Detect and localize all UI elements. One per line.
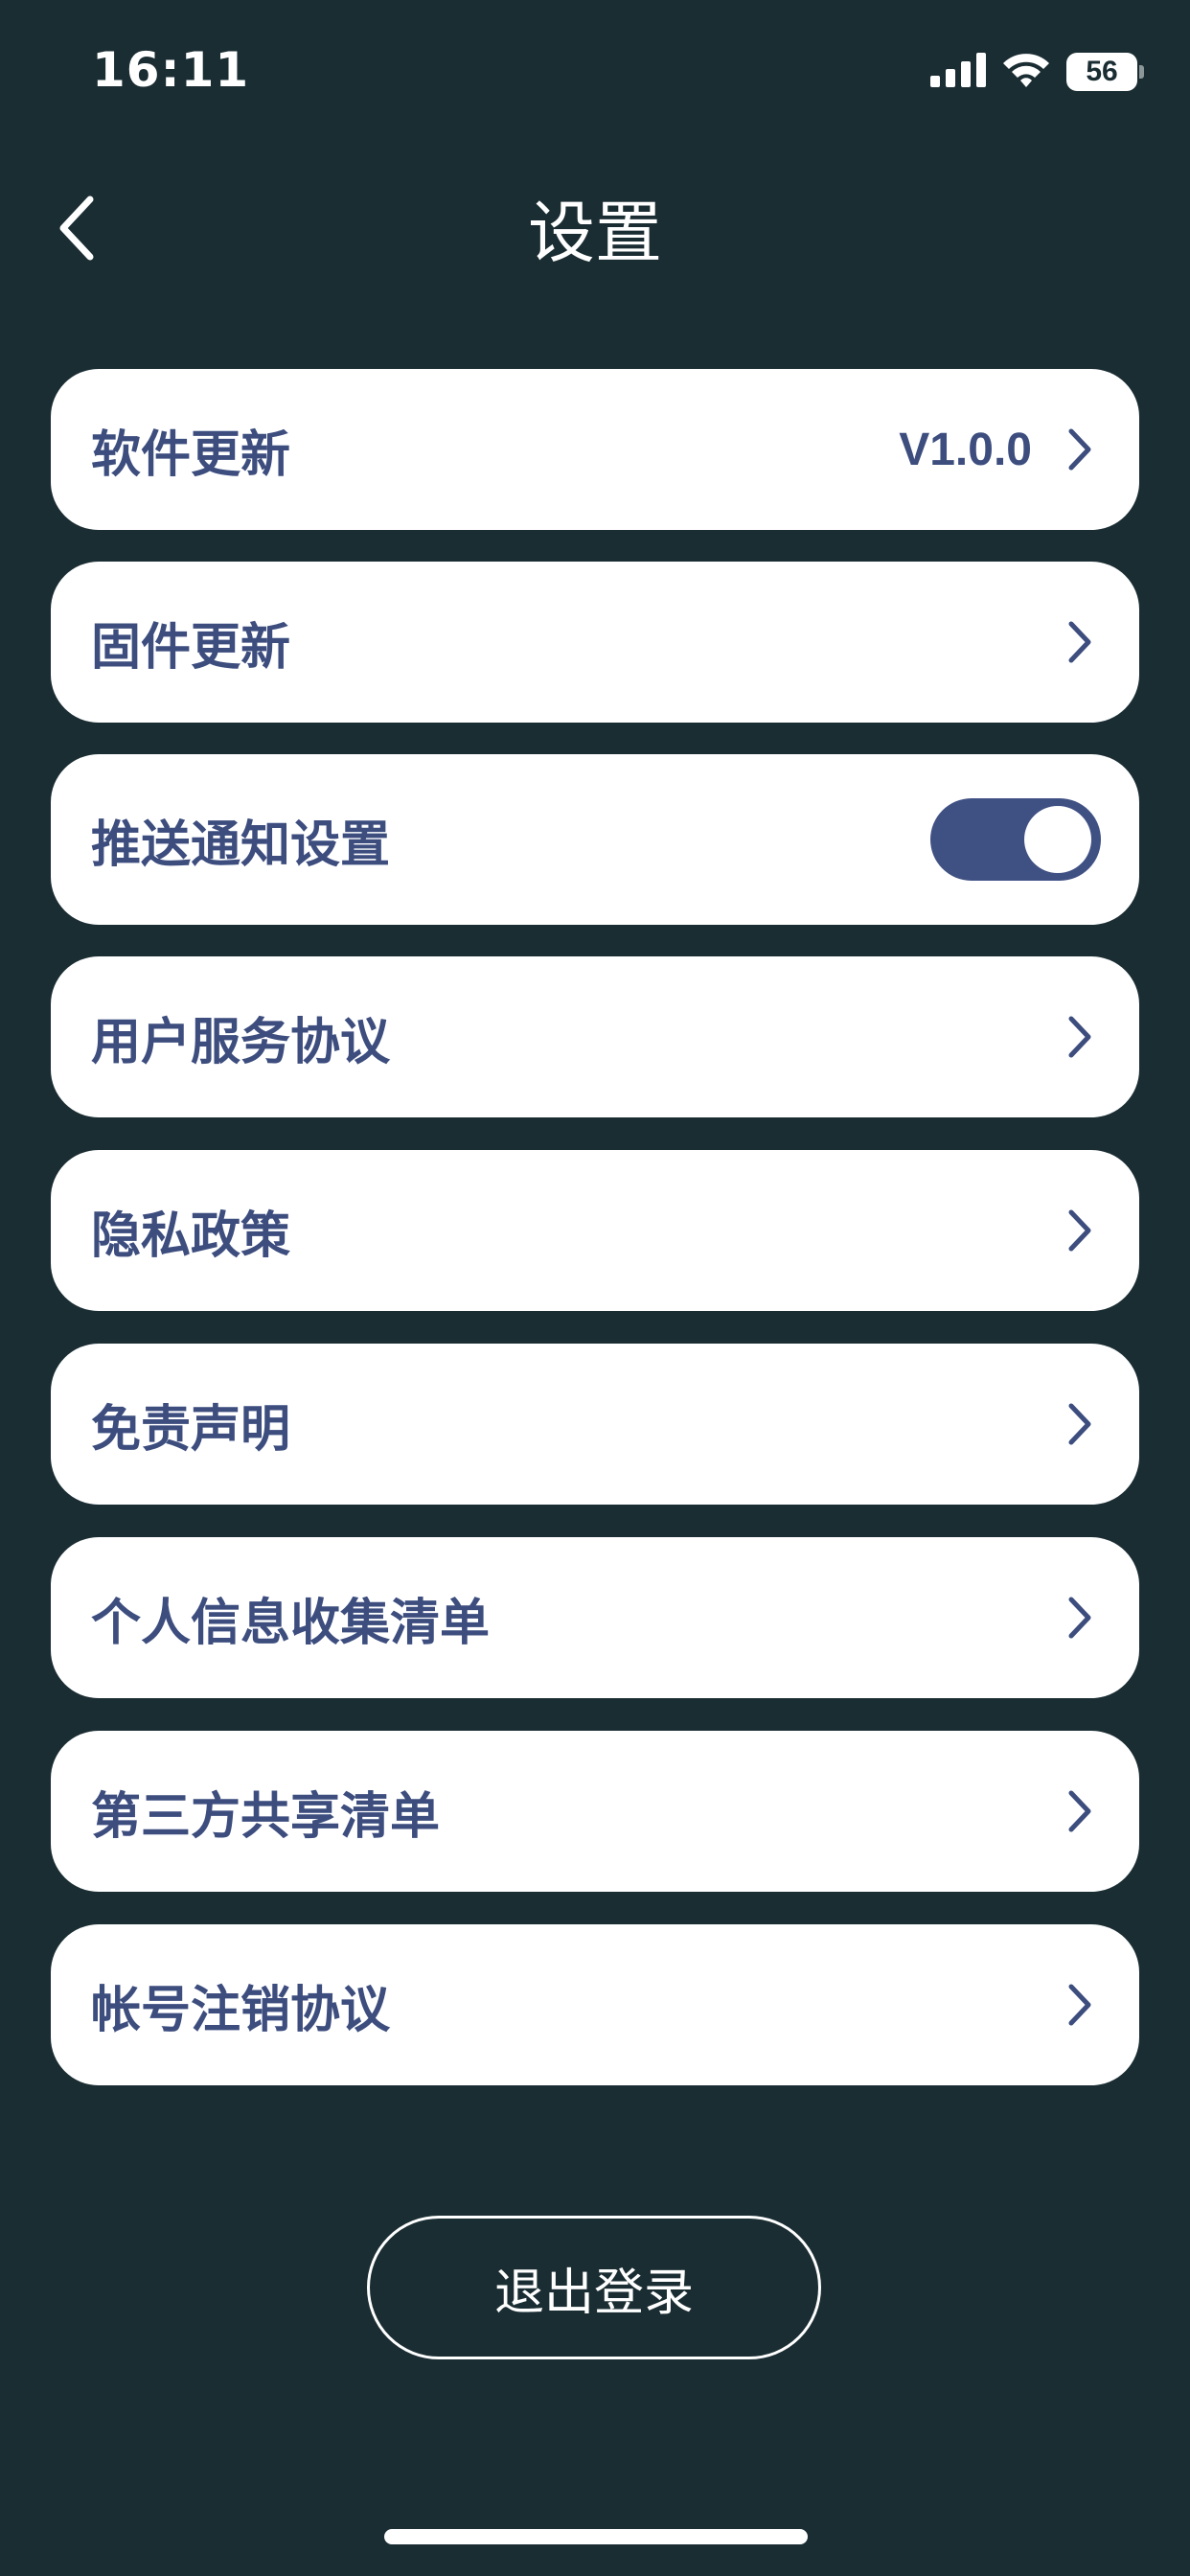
third-party-list-label: 第三方共享清单 bbox=[91, 1787, 441, 1846]
personal-info-list-label: 个人信息收集清单 bbox=[91, 1594, 491, 1652]
personal-info-list-item[interactable]: 个人信息收集清单 bbox=[51, 1537, 1139, 1698]
chevron-right-icon bbox=[1066, 369, 1093, 530]
push-notification-label: 推送通知设置 bbox=[91, 816, 391, 874]
signal-icon bbox=[930, 53, 986, 91]
battery-icon: 56 bbox=[1066, 53, 1137, 91]
logout-button[interactable]: 退出登录 bbox=[367, 2216, 821, 2359]
chevron-right-icon bbox=[1066, 1537, 1093, 1698]
push-notification-item: 推送通知设置 bbox=[51, 754, 1139, 925]
chevron-right-icon bbox=[1066, 956, 1093, 1117]
third-party-list-item[interactable]: 第三方共享清单 bbox=[51, 1731, 1139, 1892]
chevron-right-icon bbox=[1066, 1344, 1093, 1505]
status-bar: 16:11 56 bbox=[0, 0, 1190, 144]
page-title: 设置 bbox=[528, 194, 662, 272]
version-value: V1.0.0 bbox=[899, 424, 1032, 475]
disclaimer-label: 免责声明 bbox=[91, 1400, 291, 1459]
privacy-policy-item[interactable]: 隐私政策 bbox=[51, 1150, 1139, 1311]
nav-bar: 设置 bbox=[0, 163, 1190, 297]
battery-tip bbox=[1139, 65, 1144, 79]
account-cancellation-item[interactable]: 帐号注销协议 bbox=[51, 1924, 1139, 2085]
status-time: 16:11 bbox=[92, 42, 250, 98]
battery-level: 56 bbox=[1086, 56, 1118, 87]
chevron-right-icon bbox=[1066, 562, 1093, 723]
wifi-icon bbox=[1001, 52, 1051, 92]
software-update-item[interactable]: 软件更新 V1.0.0 bbox=[51, 369, 1139, 530]
firmware-update-item[interactable]: 固件更新 bbox=[51, 562, 1139, 723]
user-agreement-item[interactable]: 用户服务协议 bbox=[51, 956, 1139, 1117]
privacy-policy-label: 隐私政策 bbox=[91, 1207, 291, 1265]
toggle-knob bbox=[1024, 806, 1091, 873]
chevron-right-icon bbox=[1066, 1731, 1093, 1892]
firmware-update-label: 固件更新 bbox=[91, 618, 291, 677]
software-update-label: 软件更新 bbox=[91, 426, 291, 484]
chevron-right-icon bbox=[1066, 1924, 1093, 2085]
status-icons: 56 bbox=[930, 48, 1144, 96]
chevron-right-icon bbox=[1066, 1150, 1093, 1311]
account-cancellation-label: 帐号注销协议 bbox=[91, 1981, 391, 2039]
disclaimer-item[interactable]: 免责声明 bbox=[51, 1344, 1139, 1505]
home-indicator[interactable] bbox=[384, 2529, 808, 2544]
user-agreement-label: 用户服务协议 bbox=[91, 1013, 391, 1071]
push-notification-toggle[interactable] bbox=[930, 798, 1101, 881]
